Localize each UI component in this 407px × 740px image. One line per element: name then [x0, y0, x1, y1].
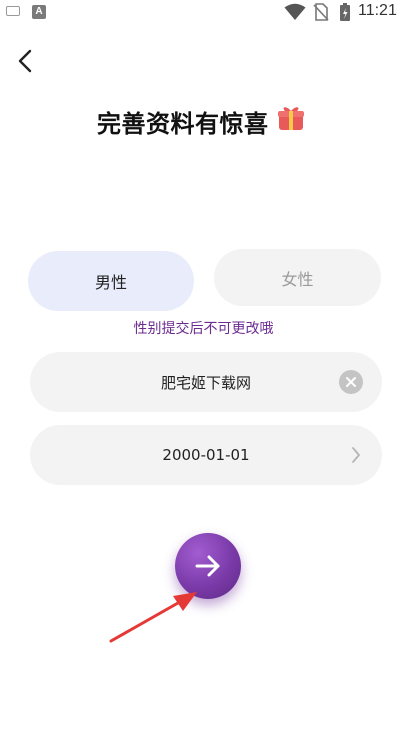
status-bar: A 11:21: [0, 0, 407, 24]
birthday-field[interactable]: 2000-01-01: [30, 425, 382, 485]
keyboard-icon: [6, 6, 20, 16]
page-title: 完善资料有惊喜: [97, 110, 269, 138]
arrow-right-icon: [195, 555, 220, 577]
a-icon: A: [32, 5, 46, 19]
chevron-left-icon: [18, 49, 32, 73]
female-option-button[interactable]: 女性: [214, 249, 381, 306]
male-option-button[interactable]: 男性: [28, 251, 194, 311]
birthday-value: 2000-01-01: [162, 446, 250, 464]
back-button[interactable]: [10, 46, 40, 76]
battery-charging-icon: [340, 3, 350, 21]
chevron-right-icon: [352, 447, 360, 463]
clear-icon: [346, 377, 356, 387]
clock: 11:21: [358, 2, 397, 19]
nickname-field[interactable]: 肥宅姬下载网: [30, 352, 382, 412]
clear-button[interactable]: [339, 370, 363, 394]
gender-notice: 性别提交后不可更改哦: [133, 321, 274, 337]
gift-icon: [278, 107, 304, 130]
wifi-icon: [284, 3, 306, 20]
no-sim-icon: [313, 3, 329, 21]
nickname-value: 肥宅姬下载网: [160, 373, 251, 392]
annotation-arrow-icon: [109, 592, 197, 643]
